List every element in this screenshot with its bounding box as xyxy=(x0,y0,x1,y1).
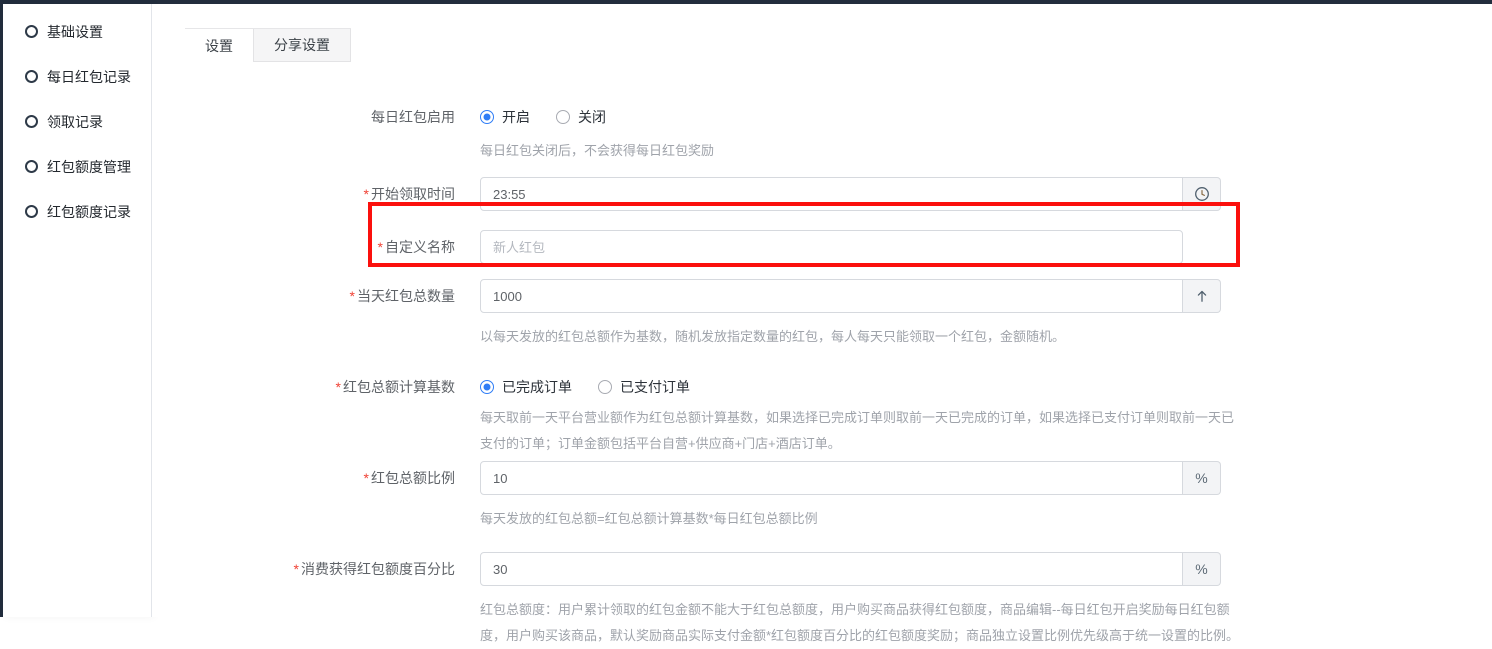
radio-label: 关闭 xyxy=(578,107,606,127)
field-label-text: 开始领取时间 xyxy=(371,186,455,202)
tab-bar: 设置 分享设置 xyxy=(185,28,351,62)
sidebar-item-daily-redpacket-records[interactable]: 每日红包记录 xyxy=(25,66,151,87)
circle-icon xyxy=(25,70,38,83)
main-content: 设置 分享设置 每日红包启用 开启 关闭 每日红包关闭后， xyxy=(152,4,1492,617)
radio-completed-orders[interactable]: 已完成订单 xyxy=(480,377,572,397)
circle-icon xyxy=(25,205,38,218)
form-row-calc-base: *红包总额计算基数 已完成订单 已支付订单 每天取前一天平台营业额作为红包总额计… xyxy=(152,377,1492,457)
help-text: 以每天发放的红包总额作为基数，随机发放指定数量的红包，每人每天只能领取一个红包，… xyxy=(480,324,1221,350)
radio-label: 已支付订单 xyxy=(620,377,690,397)
arrow-up-icon xyxy=(1194,288,1210,304)
settings-form: 每日红包启用 开启 关闭 每日红包关闭后，不会获得每日红包奖励 xyxy=(152,107,1492,649)
radio-enable-on[interactable]: 开启 xyxy=(480,107,530,127)
sidebar-item-quota-records[interactable]: 红包额度记录 xyxy=(25,201,151,222)
radio-unchecked-icon xyxy=(556,110,570,124)
field-label: *当天红包总数量 xyxy=(152,279,455,313)
help-text: 每天发放的红包总额=红包总额计算基数*每日红包总额比例 xyxy=(480,506,1221,532)
required-mark: * xyxy=(294,561,299,577)
field-label: *红包总额比例 xyxy=(152,461,455,495)
quota-percent-input[interactable] xyxy=(480,552,1183,586)
radio-checked-icon xyxy=(480,110,494,124)
field-label: *开始领取时间 xyxy=(152,177,455,211)
field-label-text: 红包总额比例 xyxy=(371,470,455,486)
help-text: 红包总额度：用户累计领取的红包金额不能大于红包总额度，用户购买商品获得红包额度，… xyxy=(480,597,1246,649)
required-mark: * xyxy=(364,470,369,486)
form-row-total-count: *当天红包总数量 以每天发放的红包总额作为基数，随机发放指定数量的红包，每人每天… xyxy=(152,279,1492,350)
field-label: *自定义名称 xyxy=(152,230,455,264)
form-row-start-time: *开始领取时间 xyxy=(152,177,1492,211)
sidebar-item-label: 领取记录 xyxy=(47,112,103,132)
sidebar-item-label: 红包额度记录 xyxy=(47,202,131,222)
custom-name-input[interactable] xyxy=(480,230,1183,264)
sidebar-item-basic-settings[interactable]: 基础设置 xyxy=(25,21,151,42)
circle-icon xyxy=(25,115,38,128)
field-label-text: 每日红包启用 xyxy=(371,109,455,125)
required-mark: * xyxy=(364,186,369,202)
form-row-daily-enable: 每日红包启用 开启 关闭 每日红包关闭后，不会获得每日红包奖励 xyxy=(152,107,1492,164)
form-row-quota-percent: *消费获得红包额度百分比 % 红包总额度：用户累计领取的红包金额不能大于红包总额… xyxy=(152,552,1492,649)
circle-icon xyxy=(25,25,38,38)
field-label: 每日红包启用 xyxy=(152,107,455,127)
form-row-amount-ratio: *红包总额比例 % 每天发放的红包总额=红包总额计算基数*每日红包总额比例 xyxy=(152,461,1492,532)
required-mark: * xyxy=(350,288,355,304)
tab-share-settings[interactable]: 分享设置 xyxy=(253,29,351,62)
field-label: *红包总额计算基数 xyxy=(152,377,455,397)
amount-ratio-input[interactable] xyxy=(480,461,1183,495)
radio-enable-off[interactable]: 关闭 xyxy=(556,107,606,127)
radio-group-daily-enable: 开启 关闭 xyxy=(480,107,714,127)
sidebar-item-claim-records[interactable]: 领取记录 xyxy=(25,111,151,132)
help-text: 每天取前一天平台营业额作为红包总额计算基数，如果选择已完成订单则取前一天已完成的… xyxy=(480,405,1246,457)
clock-icon xyxy=(1194,186,1210,202)
radio-checked-icon xyxy=(480,380,494,394)
field-label: *消费获得红包额度百分比 xyxy=(152,552,455,586)
field-label-text: 消费获得红包额度百分比 xyxy=(301,561,455,577)
sidebar-item-quota-management[interactable]: 红包额度管理 xyxy=(25,156,151,177)
radio-label: 已完成订单 xyxy=(502,377,572,397)
help-text: 每日红包关闭后，不会获得每日红包奖励 xyxy=(480,138,714,164)
percent-suffix: % xyxy=(1183,461,1221,495)
sidebar-item-label: 每日红包记录 xyxy=(47,67,131,87)
circle-icon xyxy=(25,160,38,173)
tab-settings[interactable]: 设置 xyxy=(185,29,253,62)
form-row-custom-name: *自定义名称 xyxy=(152,230,1492,264)
required-mark: * xyxy=(336,379,341,395)
time-picker-trigger[interactable] xyxy=(1183,177,1221,211)
required-mark: * xyxy=(378,239,383,255)
radio-label: 开启 xyxy=(502,107,530,127)
sidebar: 基础设置 每日红包记录 领取记录 红包额度管理 红包额度记录 xyxy=(3,4,152,617)
percent-label: % xyxy=(1195,561,1207,577)
radio-unchecked-icon xyxy=(598,380,612,394)
start-time-input[interactable] xyxy=(480,177,1183,211)
sidebar-item-label: 红包额度管理 xyxy=(47,157,131,177)
percent-suffix: % xyxy=(1183,552,1221,586)
field-label-text: 红包总额计算基数 xyxy=(343,379,455,395)
total-count-input[interactable] xyxy=(480,279,1183,313)
field-label-text: 当天红包总数量 xyxy=(357,288,455,304)
radio-group-calc-base: 已完成订单 已支付订单 xyxy=(480,377,1246,397)
sidebar-item-label: 基础设置 xyxy=(47,22,103,42)
field-label-text: 自定义名称 xyxy=(385,239,455,255)
count-suffix[interactable] xyxy=(1183,279,1221,313)
radio-paid-orders[interactable]: 已支付订单 xyxy=(598,377,690,397)
percent-label: % xyxy=(1195,470,1207,486)
